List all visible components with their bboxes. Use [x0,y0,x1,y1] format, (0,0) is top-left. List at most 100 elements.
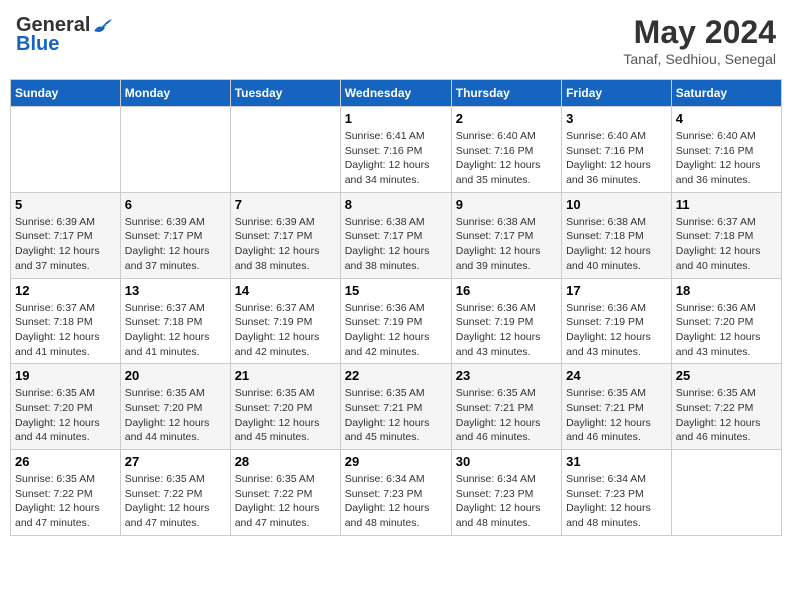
day-info: Sunrise: 6:35 AMSunset: 7:20 PMDaylight:… [125,386,226,445]
day-cell: 10 Sunrise: 6:38 AMSunset: 7:18 PMDayligh… [562,192,672,278]
day-cell: 13Sunrise: 6:37 AMSunset: 7:18 PMDayligh… [120,278,230,364]
day-cell: 22 Sunrise: 6:35 AMSunset: 7:21 PMDayligh… [340,364,451,450]
logo-blue-text: Blue [16,33,59,56]
day-number: 7 [235,197,336,212]
calendar-table: SundayMondayTuesdayWednesdayThursdayFrid… [10,79,782,536]
logo-bird-icon [92,17,114,35]
day-info: Sunrise: 6:35 AMSunset: 7:22 PMDaylight:… [15,472,116,531]
day-number: 15 [345,283,447,298]
day-cell: 24 Sunrise: 6:35 AMSunset: 7:21 PMDayligh… [562,364,672,450]
day-cell: 26 Sunrise: 6:35 AMSunset: 7:22 PMDayligh… [11,450,121,536]
day-cell: 3 Sunrise: 6:40 AMSunset: 7:16 PMDaylight… [562,107,672,193]
day-number: 21 [235,368,336,383]
week-row-3: 12Sunrise: 6:37 AMSunset: 7:18 PMDayligh… [11,278,782,364]
day-cell: 28 Sunrise: 6:35 AMSunset: 7:22 PMDayligh… [230,450,340,536]
day-info: Sunrise: 6:40 AMSunset: 7:16 PMDaylight:… [456,129,557,188]
col-header-monday: Monday [120,80,230,107]
day-number: 20 [125,368,226,383]
day-info: Sunrise: 6:37 AMSunset: 7:19 PMDaylight:… [235,301,336,360]
day-number: 6 [125,197,226,212]
day-info: Sunrise: 6:35 AMSunset: 7:22 PMDaylight:… [235,472,336,531]
day-cell: 25 Sunrise: 6:35 AMSunset: 7:22 PMDayligh… [671,364,781,450]
day-cell: 19 Sunrise: 6:35 AMSunset: 7:20 PMDayligh… [11,364,121,450]
day-info: Sunrise: 6:34 AMSunset: 7:23 PMDaylight:… [566,472,667,531]
day-info: Sunrise: 6:34 AMSunset: 7:23 PMDaylight:… [456,472,557,531]
day-number: 22 [345,368,447,383]
day-number: 24 [566,368,667,383]
day-cell: 23Sunrise: 6:35 AMSunset: 7:21 PMDayligh… [451,364,561,450]
day-number: 25 [676,368,777,383]
day-number: 29 [345,454,447,469]
day-number: 13 [125,283,226,298]
col-header-thursday: Thursday [451,80,561,107]
day-cell: 18 Sunrise: 6:36 AMSunset: 7:20 PMDayligh… [671,278,781,364]
day-cell: 4 Sunrise: 6:40 AMSunset: 7:16 PMDaylight… [671,107,781,193]
day-number: 11 [676,197,777,212]
day-cell: 17Sunrise: 6:36 AMSunset: 7:19 PMDayligh… [562,278,672,364]
day-info: Sunrise: 6:35 AMSunset: 7:22 PMDaylight:… [125,472,226,531]
day-number: 31 [566,454,667,469]
day-number: 9 [456,197,557,212]
day-info: Sunrise: 6:35 AMSunset: 7:20 PMDaylight:… [235,386,336,445]
day-cell: 11Sunrise: 6:37 AMSunset: 7:18 PMDayligh… [671,192,781,278]
day-info: Sunrise: 6:35 AMSunset: 7:21 PMDaylight:… [566,386,667,445]
day-cell: 5Sunrise: 6:39 AMSunset: 7:17 PMDaylight… [11,192,121,278]
day-cell: 14Sunrise: 6:37 AMSunset: 7:19 PMDayligh… [230,278,340,364]
day-number: 16 [456,283,557,298]
day-cell: 15 Sunrise: 6:36 AMSunset: 7:19 PMDayligh… [340,278,451,364]
calendar-title: May 2024 [623,14,776,51]
day-cell: 20 Sunrise: 6:35 AMSunset: 7:20 PMDayligh… [120,364,230,450]
day-info: Sunrise: 6:40 AMSunset: 7:16 PMDaylight:… [566,129,667,188]
day-number: 23 [456,368,557,383]
day-cell: 2 Sunrise: 6:40 AMSunset: 7:16 PMDaylight… [451,107,561,193]
day-info: Sunrise: 6:38 AMSunset: 7:17 PMDaylight:… [456,215,557,274]
day-info: Sunrise: 6:35 AMSunset: 7:20 PMDaylight:… [15,386,116,445]
day-info: Sunrise: 6:40 AMSunset: 7:16 PMDaylight:… [676,129,777,188]
col-header-tuesday: Tuesday [230,80,340,107]
day-info: Sunrise: 6:41 AMSunset: 7:16 PMDaylight:… [345,129,447,188]
day-cell [230,107,340,193]
day-info: Sunrise: 6:35 AMSunset: 7:21 PMDaylight:… [345,386,447,445]
day-cell: 21 Sunrise: 6:35 AMSunset: 7:20 PMDayligh… [230,364,340,450]
title-area: May 2024 Tanaf, Sedhiou, Senegal [623,14,776,67]
day-info: Sunrise: 6:38 AMSunset: 7:18 PMDaylight:… [566,215,667,274]
day-number: 26 [15,454,116,469]
day-cell: 30 Sunrise: 6:34 AMSunset: 7:23 PMDayligh… [451,450,561,536]
day-cell: 9 Sunrise: 6:38 AMSunset: 7:17 PMDaylight… [451,192,561,278]
day-info: Sunrise: 6:35 AMSunset: 7:22 PMDaylight:… [676,386,777,445]
day-number: 4 [676,111,777,126]
day-number: 2 [456,111,557,126]
week-row-4: 19 Sunrise: 6:35 AMSunset: 7:20 PMDayligh… [11,364,782,450]
day-cell: 7 Sunrise: 6:39 AMSunset: 7:17 PMDaylight… [230,192,340,278]
day-number: 30 [456,454,557,469]
week-row-2: 5Sunrise: 6:39 AMSunset: 7:17 PMDaylight… [11,192,782,278]
day-number: 19 [15,368,116,383]
day-number: 27 [125,454,226,469]
col-header-friday: Friday [562,80,672,107]
day-number: 3 [566,111,667,126]
week-row-1: 1Sunrise: 6:41 AMSunset: 7:16 PMDaylight… [11,107,782,193]
day-cell: 12Sunrise: 6:37 AMSunset: 7:18 PMDayligh… [11,278,121,364]
week-row-5: 26 Sunrise: 6:35 AMSunset: 7:22 PMDayligh… [11,450,782,536]
day-info: Sunrise: 6:39 AMSunset: 7:17 PMDaylight:… [235,215,336,274]
day-number: 18 [676,283,777,298]
day-number: 17 [566,283,667,298]
day-cell: 8Sunrise: 6:38 AMSunset: 7:17 PMDaylight… [340,192,451,278]
day-info: Sunrise: 6:38 AMSunset: 7:17 PMDaylight:… [345,215,447,274]
day-cell: 27 Sunrise: 6:35 AMSunset: 7:22 PMDayligh… [120,450,230,536]
day-info: Sunrise: 6:39 AMSunset: 7:17 PMDaylight:… [125,215,226,274]
col-header-saturday: Saturday [671,80,781,107]
day-number: 10 [566,197,667,212]
col-header-sunday: Sunday [11,80,121,107]
logo: General Blue [16,14,114,56]
page-header: General Blue May 2024 Tanaf, Sedhiou, Se… [10,10,782,71]
day-info: Sunrise: 6:36 AMSunset: 7:20 PMDaylight:… [676,301,777,360]
day-cell: 31 Sunrise: 6:34 AMSunset: 7:23 PMDayligh… [562,450,672,536]
day-info: Sunrise: 6:39 AMSunset: 7:17 PMDaylight:… [15,215,116,274]
day-number: 28 [235,454,336,469]
day-info: Sunrise: 6:34 AMSunset: 7:23 PMDaylight:… [345,472,447,531]
day-cell: 1Sunrise: 6:41 AMSunset: 7:16 PMDaylight… [340,107,451,193]
day-cell [120,107,230,193]
day-info: Sunrise: 6:36 AMSunset: 7:19 PMDaylight:… [345,301,447,360]
day-info: Sunrise: 6:37 AMSunset: 7:18 PMDaylight:… [15,301,116,360]
